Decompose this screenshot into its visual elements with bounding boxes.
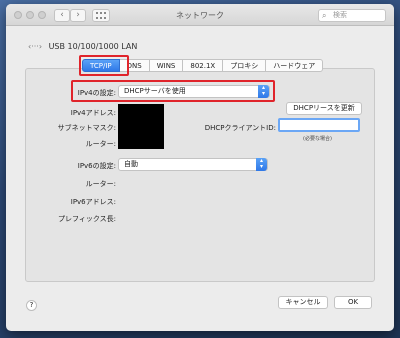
ipv4-router-label: ルーター: (85, 140, 116, 148)
search-placeholder: 検索 (333, 11, 347, 19)
highlight-ipv4-config (71, 80, 275, 102)
client-id-note: (必要な場合) (303, 136, 332, 142)
interface-name: USB 10/100/1000 LAN (48, 42, 138, 51)
chevron-updown-icon: ▴ ▾ (256, 158, 267, 171)
redacted-ip-values (118, 104, 164, 149)
renew-dhcp-button[interactable]: DHCPリースを更新 (286, 102, 362, 115)
ipv6-router-label: ルーター: (85, 180, 116, 188)
ethernet-icon: ‹···› (28, 42, 43, 51)
ipv6-config-label: IPv6の設定: (77, 162, 116, 170)
title-bar: ‹ › ネットワーク ⌕ 検索 (6, 4, 394, 26)
tab-8021x[interactable]: 802.1X (183, 59, 224, 72)
cancel-button[interactable]: キャンセル (278, 296, 328, 309)
ipv6-config-value: 自動 (124, 160, 138, 168)
tab-hardware[interactable]: ハードウェア (266, 59, 324, 72)
help-button[interactable]: ? (26, 300, 37, 311)
ok-button[interactable]: OK (334, 296, 372, 309)
search-field[interactable]: ⌕ 検索 (318, 9, 386, 22)
prefix-length-label: プレフィックス長: (57, 215, 116, 223)
tab-wins[interactable]: WINS (149, 59, 184, 72)
ipv6-config-select[interactable]: 自動 ▴ ▾ (118, 158, 268, 171)
highlight-tcpip-tab (79, 55, 129, 76)
network-window: ‹ › ネットワーク ⌕ 検索 ‹···› USB 10/100/1000 LA… (6, 4, 394, 331)
tab-proxy[interactable]: プロキシ (223, 59, 267, 72)
search-icon: ⌕ (322, 11, 327, 20)
dhcp-client-id-label: DHCPクライアントID: (204, 124, 276, 132)
ipv4-address-label: IPv4アドレス: (70, 109, 116, 117)
subnet-mask-label: サブネットマスク: (57, 124, 116, 132)
interface-header: ‹···› USB 10/100/1000 LAN (28, 42, 137, 51)
ipv6-address-label: IPv6アドレス: (70, 198, 116, 206)
dhcp-client-id-input[interactable] (278, 118, 360, 132)
